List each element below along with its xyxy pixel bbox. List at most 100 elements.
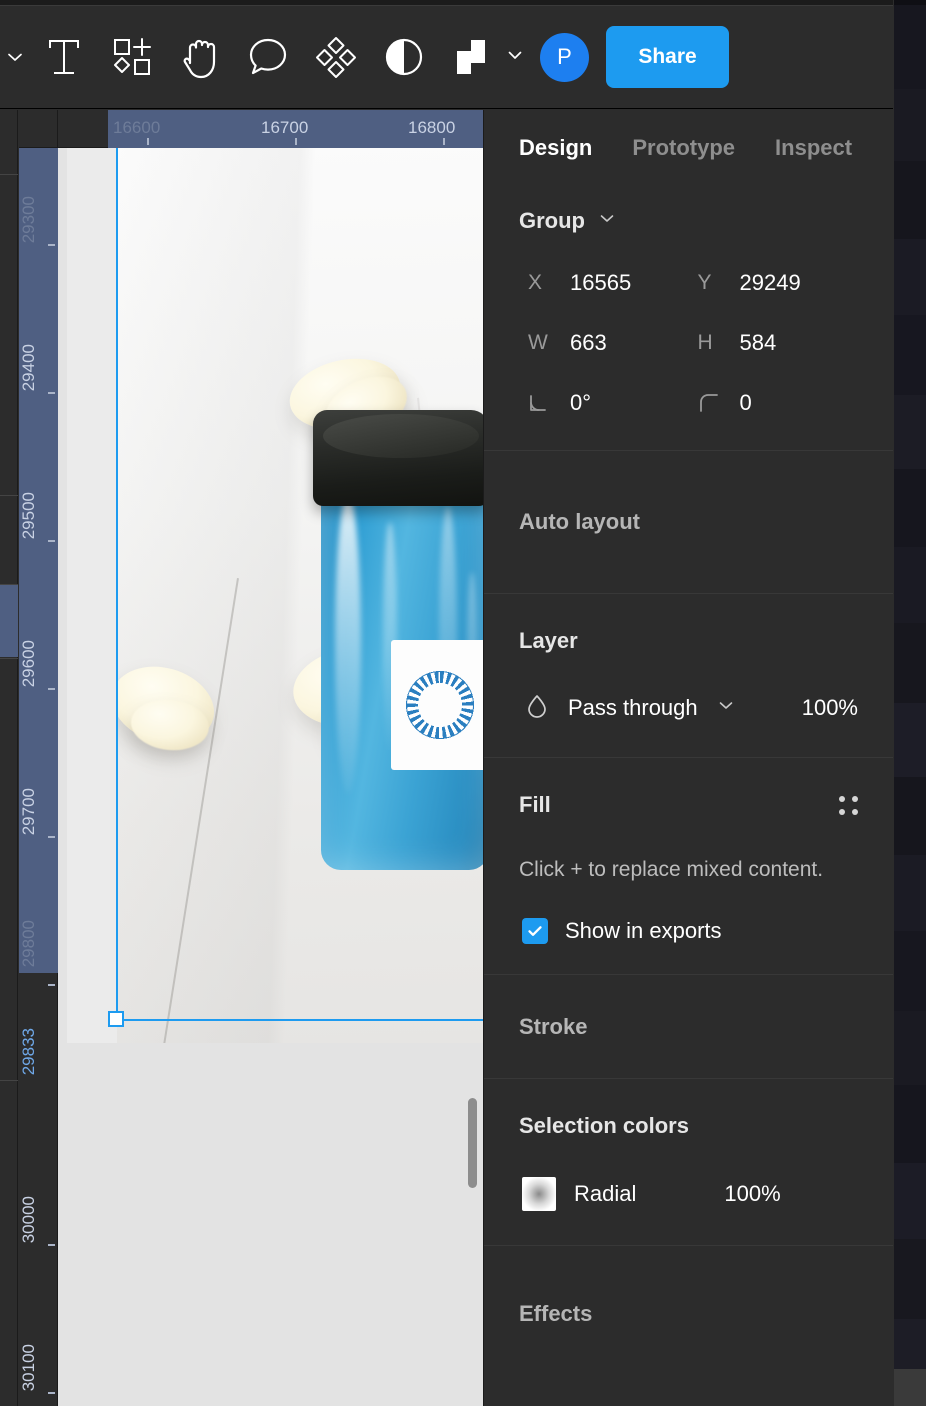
jar-label: [391, 640, 483, 770]
vruler-label: 29800: [19, 920, 38, 968]
vruler-label: 29300: [19, 196, 38, 244]
dimension-grid: X 16565 Y 29249 W 663 H 584 0° 0: [519, 270, 858, 450]
corner-radius-value: 0: [739, 390, 752, 415]
show-in-exports-row[interactable]: Show in exports: [519, 918, 858, 944]
show-in-exports-label: Show in exports: [565, 918, 722, 943]
node-type-chevron-down-icon[interactable]: [597, 208, 617, 234]
y-position-label: Y: [697, 271, 712, 294]
section-fill: Fill Click + to replace mixed content. S…: [484, 757, 893, 974]
y-position-field[interactable]: Y 29249: [689, 270, 859, 296]
hruler-label: 16700: [261, 118, 309, 137]
vruler-current-label: 29833: [19, 1028, 38, 1076]
left-nav-strip[interactable]: [0, 110, 18, 1406]
blend-mode-row[interactable]: Pass through 100%: [519, 692, 858, 723]
vruler-label: 30000: [19, 1196, 38, 1244]
x-position-field[interactable]: X 16565: [519, 270, 689, 296]
width-label: W: [528, 331, 548, 354]
selection-edge-bottom: [116, 1019, 483, 1021]
top-toolbar: P Share: [0, 6, 893, 109]
show-in-exports-checkbox[interactable]: [522, 918, 548, 944]
blend-mode-icon: [524, 692, 550, 723]
height-field[interactable]: H 584: [689, 330, 859, 356]
selection-colors-title: Selection colors: [519, 1113, 689, 1138]
comment-tool-icon[interactable]: [234, 6, 302, 109]
blend-mode-chevron-down-icon[interactable]: [716, 695, 736, 720]
y-position-value: 29249: [739, 270, 801, 295]
selection-color-name: Radial: [574, 1181, 637, 1206]
figma-window: P Share 16600 16700 16800 29300 29400 29…: [0, 0, 926, 1406]
selected-group[interactable]: [67, 148, 483, 1043]
selection-color-opacity[interactable]: 100%: [724, 1181, 780, 1207]
x-position-value: 16565: [570, 270, 632, 295]
rotation-value: 0°: [570, 390, 592, 415]
vruler-label: 29500: [19, 492, 38, 540]
height-label: H: [697, 331, 713, 354]
section-selection-colors: Selection colors Radial 100%: [484, 1078, 893, 1245]
vertical-ruler-selection-range: [19, 148, 58, 973]
panel-tabs: Design Prototype Inspect: [484, 110, 893, 186]
share-button-label: Share: [638, 45, 697, 68]
section-effects: Effects: [484, 1245, 893, 1381]
radial-gradient-swatch-icon[interactable]: [522, 1177, 556, 1211]
rotation-icon: [528, 392, 552, 414]
canvas-viewport[interactable]: [58, 148, 483, 1406]
node-type-row[interactable]: Group: [519, 208, 858, 234]
jar-object: [313, 410, 483, 870]
hand-tool-icon[interactable]: [166, 6, 234, 109]
left-strip-thumb[interactable]: [0, 585, 18, 657]
canvas-vertical-scrollbar[interactable]: [468, 1098, 477, 1188]
component-tool-icon[interactable]: [98, 6, 166, 109]
selection-color-item[interactable]: Radial 100%: [519, 1177, 858, 1211]
actions-tool-icon[interactable]: [302, 6, 370, 109]
tools-chevron-icon[interactable]: [0, 6, 30, 109]
mask-tool-icon[interactable]: [370, 6, 438, 109]
layer-opacity-value[interactable]: 100%: [802, 695, 858, 721]
vruler-label: 30100: [19, 1344, 38, 1392]
avatar-initial: P: [557, 44, 572, 69]
layer-title: Layer: [519, 628, 578, 653]
tab-inspect[interactable]: Inspect: [775, 135, 852, 161]
ruler-corner: [19, 110, 58, 148]
vruler-label: 29600: [19, 640, 38, 688]
share-button[interactable]: Share: [606, 26, 729, 88]
node-type-label: Group: [519, 208, 585, 233]
section-auto-layout: Auto layout: [484, 450, 893, 593]
jar-lid: [313, 410, 483, 506]
vruler-label: 29700: [19, 788, 38, 836]
effects-title: Effects: [519, 1300, 593, 1326]
fill-title: Fill: [519, 792, 551, 817]
section-layer: Layer Pass through 100%: [484, 593, 893, 757]
text-tool-icon[interactable]: [30, 6, 98, 109]
selection-handle-bottom-left[interactable]: [108, 1011, 124, 1027]
corner-radius-field[interactable]: 0: [689, 390, 859, 416]
width-field[interactable]: W 663: [519, 330, 689, 356]
horizontal-ruler[interactable]: 16600 16700 16800: [58, 110, 483, 148]
properties-panel: Design Prototype Inspect Group X 16565 Y…: [483, 110, 893, 1406]
boolean-chevron-icon[interactable]: [506, 46, 524, 69]
photo-layer[interactable]: [117, 148, 483, 1043]
x-position-label: X: [528, 271, 543, 294]
rotation-field[interactable]: 0°: [519, 390, 689, 416]
section-stroke: Stroke: [484, 974, 893, 1078]
width-value: 663: [570, 330, 607, 355]
fill-styles-icon[interactable]: [839, 795, 858, 815]
hruler-label: 16800: [408, 118, 456, 137]
boolean-tool-group[interactable]: [438, 6, 530, 109]
tab-design[interactable]: Design: [519, 135, 592, 161]
auto-layout-title: Auto layout: [519, 509, 640, 534]
background-window-strip: [894, 0, 926, 1406]
hruler-label: 16600: [113, 118, 161, 137]
vruler-label: 29400: [19, 344, 38, 392]
height-value: 584: [739, 330, 777, 355]
vertical-ruler[interactable]: 29300 29400 29500 29600 29700 29800 2983…: [19, 148, 58, 1406]
boolean-tool-icon[interactable]: [444, 6, 500, 109]
stroke-title: Stroke: [519, 1013, 588, 1039]
section-properties: Group X 16565 Y 29249 W 663 H 584 0° 0: [484, 186, 893, 450]
blend-mode-value: Pass through: [568, 694, 698, 720]
fill-mixed-note: Click + to replace mixed content.: [519, 858, 824, 881]
canvas-area[interactable]: 16600 16700 16800 29300 29400 29500 2960…: [0, 110, 483, 1406]
selection-edge-left: [116, 148, 118, 1021]
tab-prototype[interactable]: Prototype: [632, 135, 735, 161]
avatar[interactable]: P: [540, 32, 589, 82]
corner-radius-icon: [698, 392, 722, 414]
